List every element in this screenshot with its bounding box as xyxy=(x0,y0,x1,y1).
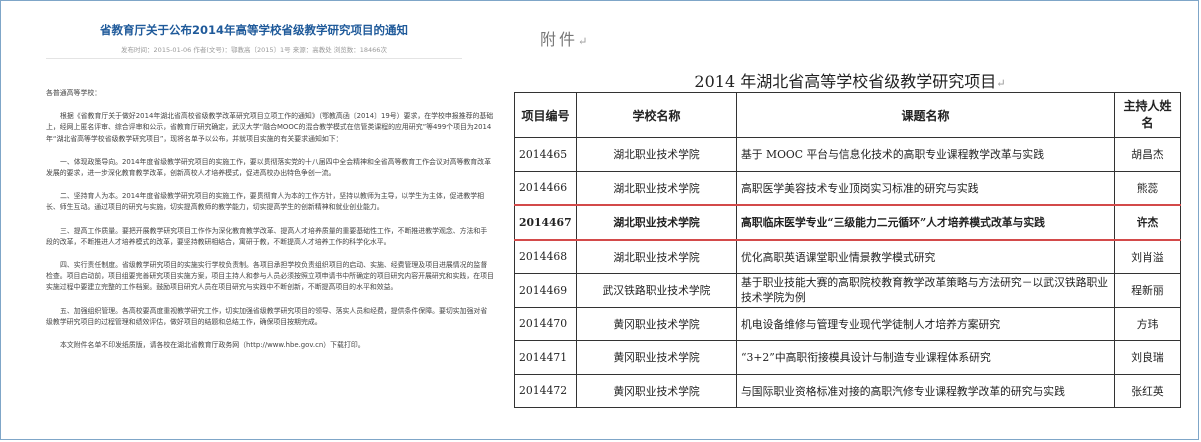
notice-title: 省教育厅关于公布2014年高等学校省级教学研究项目的通知 xyxy=(99,23,408,37)
table-row: 2014465 湖北职业技术学院 基于 MOOC 平台与信息化技术的高职专业课程教学… xyxy=(514,137,1181,172)
cell-topic-name: 基于职业技能大赛的高职院校教育教学改革策略与方法研究－以武汉铁路职业技术学院为例 xyxy=(736,273,1115,308)
cell-topic-name: “3+2”中高职衔接模具设计与制造专业课程体系研究 xyxy=(736,340,1115,375)
header-topic-name: 课题名称 xyxy=(736,92,1115,138)
notice-paragraph: 一、体现政策导向。2014年度省级教学研究项目的实施工作，要以贯彻落实党的十八届… xyxy=(46,157,491,178)
header-project-id: 项目编号 xyxy=(514,92,577,138)
cell-school-name: 黄冈职业技术学院 xyxy=(576,373,737,408)
notice-divider xyxy=(46,58,462,59)
notice-paragraph: 五、加强组织管理。各高校要高度重视教学研究工作，切实加强省级教学研究项目的领导、… xyxy=(46,306,488,326)
cell-school-name: 湖北职业技术学院 xyxy=(576,170,737,206)
cell-project-id: 2014472 xyxy=(514,373,577,408)
cell-project-id: 2014467 xyxy=(514,204,577,241)
table-header-row: 项目编号 学校名称 课题名称 主持人姓名 xyxy=(514,92,1181,138)
notice-paragraph: 二、坚持育人为本。2014年度省级教学研究项目的实施工作，要贯彻育人为本的工作方… xyxy=(46,192,485,212)
cell-host-name: 张红英 xyxy=(1114,373,1181,408)
cell-school-name: 黄冈职业技术学院 xyxy=(576,340,737,375)
notice-greeting: 各普通高等学校： xyxy=(46,89,102,97)
cell-project-id: 2014471 xyxy=(514,340,577,375)
cell-host-name: 刘肖溢 xyxy=(1114,239,1181,274)
cell-host-name: 方玮 xyxy=(1114,306,1181,341)
cell-school-name: 湖北职业技术学院 xyxy=(576,137,737,172)
cell-topic-name: 与国际职业资格标准对接的高职汽修专业课程教学改革的研究与实践 xyxy=(736,373,1115,408)
table-row: 2014466 湖北职业技术学院 高职医学美容技术专业顶岗实习标准的研究与实践 熊蕊 xyxy=(514,170,1181,206)
cell-school-name: 湖北职业技术学院 xyxy=(576,204,737,241)
attachment-label: 附件↵ xyxy=(540,30,591,49)
cell-school-name: 黄冈职业技术学院 xyxy=(576,306,737,341)
cell-project-id: 2014469 xyxy=(514,273,577,308)
project-table: 项目编号 学校名称 课题名称 主持人姓名 2014465 湖北职业技术学院 基于 M… xyxy=(514,92,1181,408)
cell-school-name: 武汉铁路职业技术学院 xyxy=(576,273,737,308)
cell-project-id: 2014465 xyxy=(514,137,577,172)
cell-topic-name: 基于 MOOC 平台与信息化技术的高职专业课程教学改革与实践 xyxy=(736,137,1115,172)
table-row: 2014467 湖北职业技术学院 高职临床医学专业“三级能力二元循环”人才培养模式改… xyxy=(514,204,1181,241)
notice-paragraph: 四、实行责任制度。省级教学研究项目的实施实行学校负责制。各项目承担学校负责组织项… xyxy=(46,261,494,292)
cell-host-name: 刘良瑞 xyxy=(1114,340,1181,375)
header-host-name: 主持人姓名 xyxy=(1114,92,1181,138)
cell-topic-name: 高职医学美容技术专业顶岗实习标准的研究与实践 xyxy=(736,170,1115,206)
table-row: 2014472 黄冈职业技术学院 与国际职业资格标准对接的高职汽修专业课程教学改革的… xyxy=(514,373,1181,408)
notice-paragraph: 根据《省教育厅关于做好2014年湖北省高校省级教学改革研究项目立项工作的通知》（… xyxy=(46,112,494,143)
cell-host-name: 胡昌杰 xyxy=(1114,137,1181,172)
attachment-title: 2014 年湖北省高等学校省级教学研究项目↵ xyxy=(694,72,1006,91)
notice-paragraph: 本文附件名单不印发纸质版，请各校在湖北省教育厅政务网（http://www.hb… xyxy=(60,341,365,350)
cell-project-id: 2014466 xyxy=(514,170,577,206)
header-school-name: 学校名称 xyxy=(576,92,737,138)
notice-paragraph: 三、提高工作质量。要把开展教学研究项目工作作为深化教育教学改革、提高人才培养质量… xyxy=(46,226,488,246)
cell-host-name: 熊蕊 xyxy=(1114,170,1181,206)
notice-body: 各普通高等学校： 根据《省教育厅关于做好2014年湖北省高校省级教学改革研究项目… xyxy=(46,88,494,351)
cell-project-id: 2014470 xyxy=(514,306,577,341)
notice-panel: 省教育厅关于公布2014年高等学校省级教学研究项目的通知 发布时间：2015-0… xyxy=(6,6,502,434)
notice-meta: 发布时间：2015-01-06 作者(文号)：鄂教高〔2015〕1号 来源：高教… xyxy=(121,46,387,54)
attachment-panel: 附件↵ 2014 年湖北省高等学校省级教学研究项目↵ 项目编号 学校名称 课题名… xyxy=(506,6,1194,434)
table-row: 2014470 黄冈职业技术学院 机电设备维修与管理专业现代学徒制人才培养方案研究方… xyxy=(514,306,1181,341)
cell-host-name: 程新丽 xyxy=(1114,273,1181,308)
table-row: 2014469 武汉铁路职业技术学院 基于职业技能大赛的高职院校教育教学改革策略与方… xyxy=(514,273,1181,308)
cell-project-id: 2014468 xyxy=(514,239,577,274)
cell-topic-name: 高职临床医学专业“三级能力二元循环”人才培养模式改革与实践 xyxy=(736,204,1115,241)
cell-topic-name: 机电设备维修与管理专业现代学徒制人才培养方案研究 xyxy=(736,306,1115,341)
cell-school-name: 湖北职业技术学院 xyxy=(576,239,737,274)
cell-host-name: 许杰 xyxy=(1114,204,1181,241)
cell-topic-name: 优化高职英语课堂职业情景教学模式研究 xyxy=(736,239,1115,274)
table-row: 2014468 湖北职业技术学院 优化高职英语课堂职业情景教学模式研究 刘肖溢 xyxy=(514,239,1181,274)
table-row: 2014471 黄冈职业技术学院 “3+2”中高职衔接模具设计与制造专业课程体系研究… xyxy=(514,340,1181,375)
